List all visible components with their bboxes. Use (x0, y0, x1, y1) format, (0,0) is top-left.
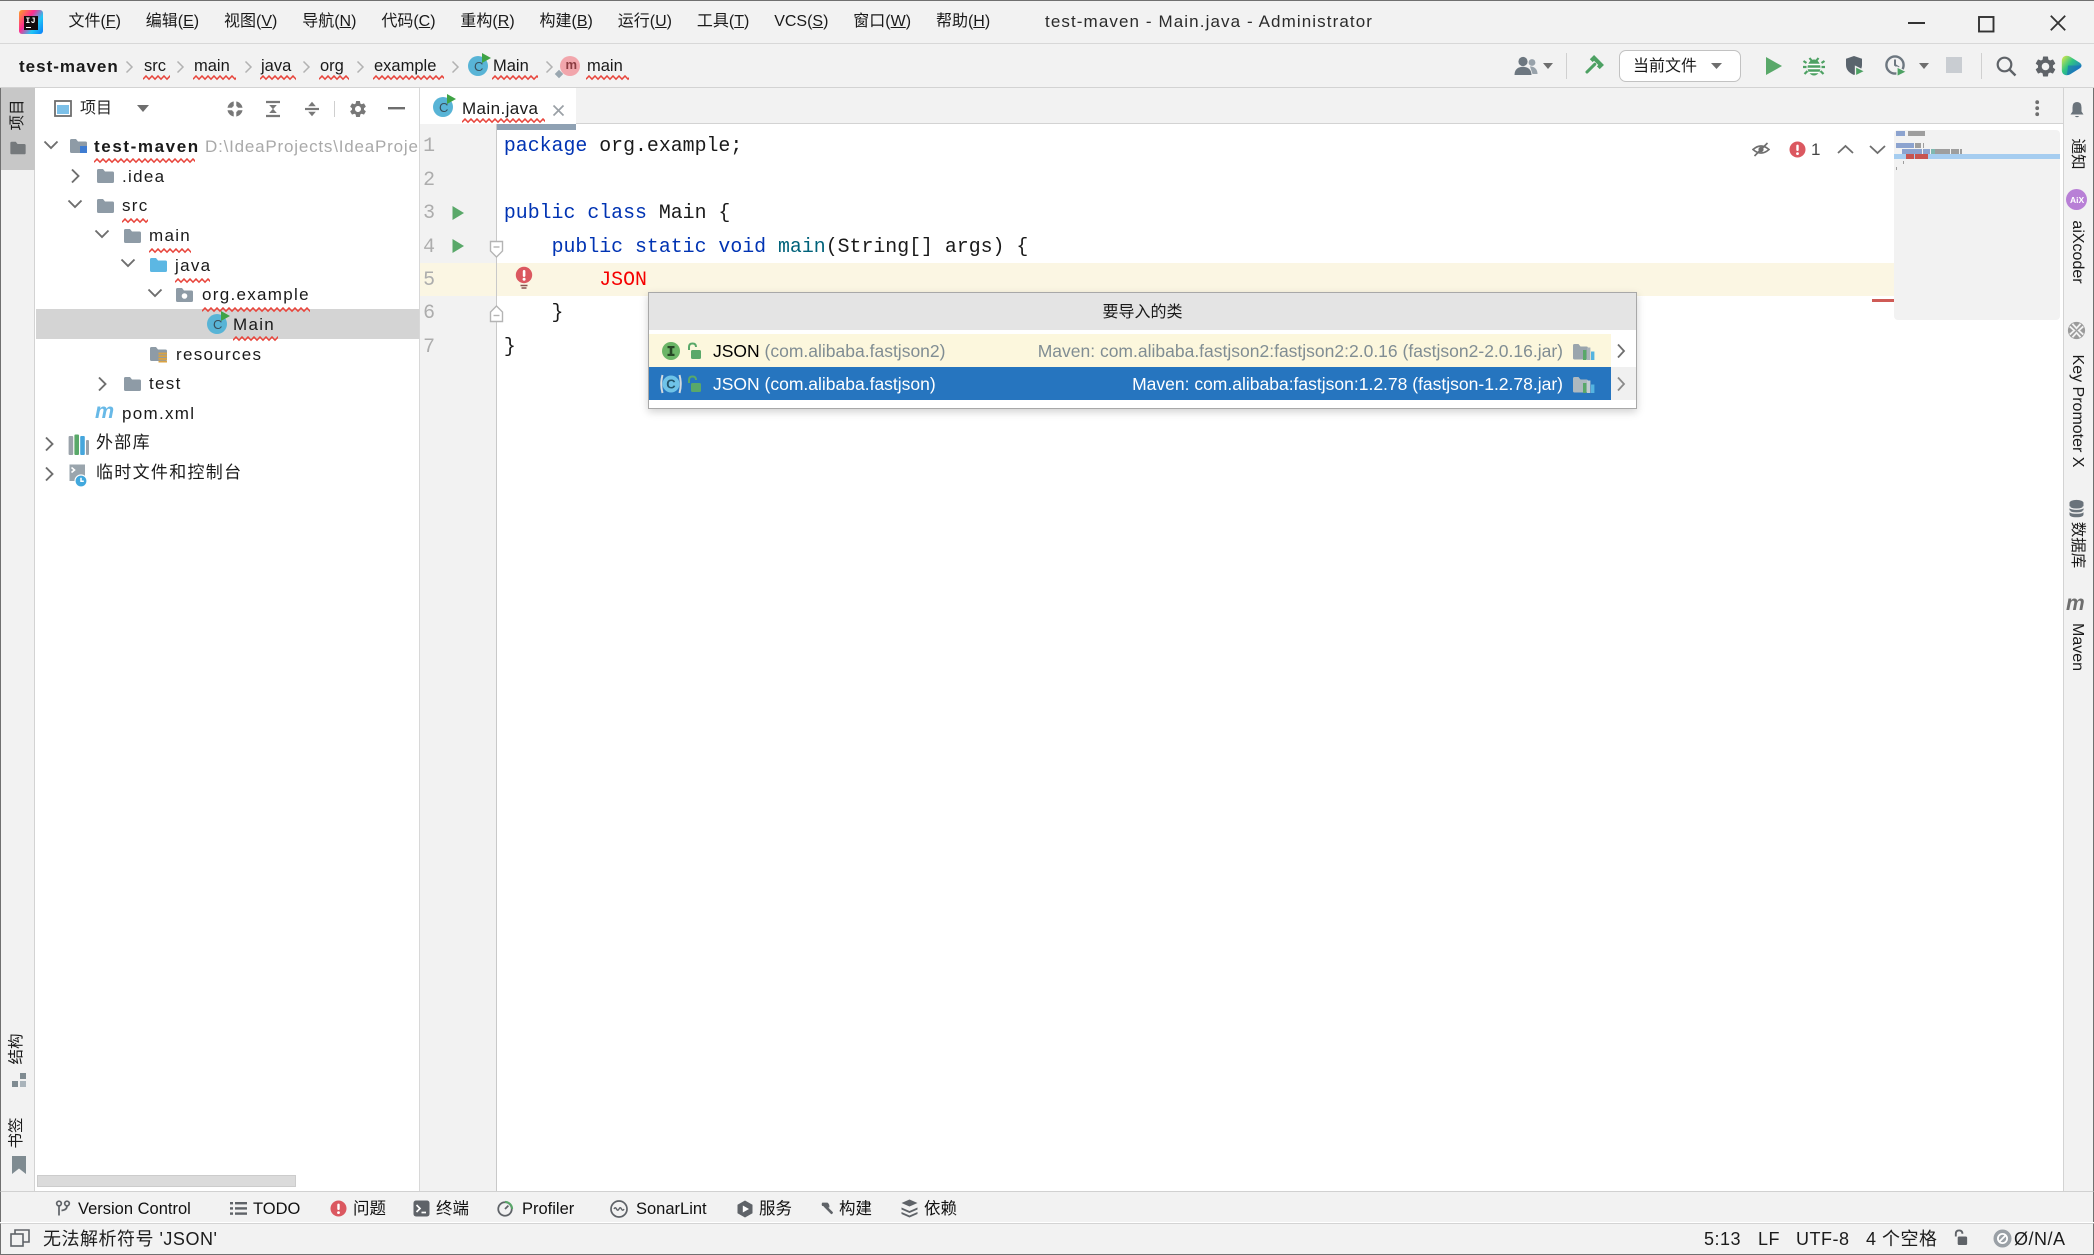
svg-text:C: C (666, 377, 676, 392)
